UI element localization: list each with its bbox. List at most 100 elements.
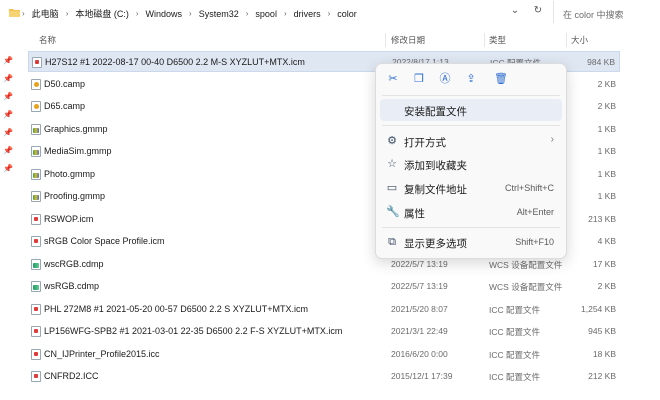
file-date: 2016/6/20 0:00 bbox=[391, 348, 448, 359]
column-divider[interactable] bbox=[385, 33, 386, 47]
breadcrumb-item[interactable]: drivers bbox=[294, 9, 321, 19]
pin-icon[interactable]: 📌 bbox=[3, 164, 13, 174]
breadcrumb: › 此电脑 › 本地磁盘 (C:) › Windows › System32 ›… bbox=[22, 7, 357, 20]
menu-item-install-profile[interactable]: 安装配置文件 bbox=[380, 99, 562, 121]
icc-file-icon bbox=[31, 326, 41, 337]
menu-item-properties[interactable]: 🔧 属性 Alt+Enter bbox=[380, 201, 562, 223]
file-size: 984 KB bbox=[587, 57, 615, 67]
file-name: PHL 272M8 #1 2021-05-20 00-57 D6500 2.2 … bbox=[44, 303, 309, 314]
breadcrumb-item[interactable]: 本地磁盘 (C:) bbox=[75, 7, 129, 20]
chevron-down-icon[interactable]: ⌄ bbox=[509, 5, 521, 17]
menu-item-add-favorites[interactable]: ☆ 添加到收藏夹 bbox=[380, 153, 562, 175]
breadcrumb-item[interactable]: spool bbox=[255, 9, 277, 19]
menu-item-more-options[interactable]: ⧉ 显示更多选项 Shift+F10 bbox=[380, 231, 562, 253]
column-divider[interactable] bbox=[484, 33, 485, 47]
menu-item-label: 打开方式 bbox=[404, 137, 446, 149]
pin-icon[interactable]: 📌 bbox=[3, 92, 13, 102]
chevron-right-icon: › bbox=[550, 134, 554, 145]
file-type: ICC 配置文件 bbox=[489, 304, 541, 315]
gmmp-file-icon bbox=[31, 191, 41, 202]
file-date: 2022/5/7 13:19 bbox=[391, 258, 448, 269]
delete-icon[interactable]: 🗑 bbox=[494, 72, 508, 86]
file-row[interactable]: wsRGB.cdmp 2022/5/7 13:19 WCS 设备配置文件 2 K… bbox=[28, 276, 620, 297]
chevron-right-icon: › bbox=[22, 9, 25, 18]
file-row[interactable]: LP156WFG-SPB2 #1 2021-03-01 22-35 D6500 … bbox=[28, 321, 620, 342]
file-size: 945 KB bbox=[588, 326, 616, 336]
icc-file-icon bbox=[31, 348, 41, 360]
cdmp-file-icon bbox=[31, 281, 41, 292]
file-name: RSWOP.icm bbox=[44, 213, 94, 224]
chevron-right-icon: › bbox=[135, 9, 139, 18]
rename-icon[interactable]: Ⓐ bbox=[438, 72, 452, 86]
wrench-icon: 🔧 bbox=[386, 206, 400, 218]
column-header-type[interactable]: 类型 bbox=[489, 34, 506, 46]
chevron-right-icon: › bbox=[283, 9, 287, 18]
menu-item-label: 复制文件地址 bbox=[404, 184, 467, 196]
breadcrumb-item[interactable]: Windows bbox=[146, 9, 183, 19]
folder-icon bbox=[9, 9, 20, 17]
shortcut-label: Alt+Enter bbox=[516, 207, 554, 217]
cut-icon[interactable]: ✂ bbox=[386, 72, 400, 86]
menu-item-label: 属性 bbox=[404, 208, 425, 220]
column-headers: 名称 修改日期 类型 大小 bbox=[0, 32, 660, 48]
file-size: 1 KB bbox=[597, 146, 616, 156]
refresh-icon[interactable]: ↻ bbox=[532, 5, 544, 17]
file-name: D50.camp bbox=[44, 78, 86, 89]
icc-file-icon bbox=[31, 371, 41, 382]
cdmp-file-icon bbox=[31, 258, 41, 270]
gmmp-file-icon bbox=[31, 168, 41, 180]
shortcut-label: Shift+F10 bbox=[515, 237, 554, 247]
file-name: D65.camp bbox=[44, 101, 86, 111]
menu-item-label: 安装配置文件 bbox=[404, 106, 467, 118]
file-size: 1 KB bbox=[597, 123, 616, 134]
menu-item-label: 显示更多选项 bbox=[404, 238, 467, 250]
breadcrumb-item[interactable]: color bbox=[337, 9, 357, 19]
icc-file-icon bbox=[31, 303, 41, 315]
breadcrumb-item[interactable]: 此电脑 bbox=[32, 7, 59, 20]
column-header-date[interactable]: 修改日期 bbox=[391, 34, 425, 46]
file-row[interactable]: CNFRD2.ICC 2015/12/1 17:39 ICC 配置文件 212 … bbox=[28, 366, 620, 387]
file-size: 1 KB bbox=[597, 168, 616, 179]
context-menu: ✂ ❐ Ⓐ ⇪ 🗑 安装配置文件 ⚙ 打开方式 › ☆ 添加到收藏夹 ▭ 复制文… bbox=[375, 63, 567, 259]
file-size: 212 KB bbox=[588, 371, 616, 381]
pin-icon[interactable]: 📌 bbox=[3, 110, 13, 120]
file-type: ICC 配置文件 bbox=[489, 327, 541, 337]
breadcrumb-item[interactable]: System32 bbox=[199, 9, 239, 19]
copy-icon[interactable]: ❐ bbox=[412, 72, 426, 86]
icc-file-icon bbox=[32, 57, 42, 68]
pin-icon[interactable]: 📌 bbox=[3, 128, 13, 138]
file-type: WCS 设备配置文件 bbox=[489, 259, 563, 270]
copy-path-icon: ▭ bbox=[386, 182, 398, 194]
file-name: wsRGB.cdmp bbox=[44, 281, 100, 291]
file-name: LP156WFG-SPB2 #1 2021-03-01 22-35 D6500 … bbox=[44, 326, 343, 336]
menu-divider bbox=[382, 227, 560, 228]
file-date: 2021/5/20 8:07 bbox=[391, 303, 448, 314]
file-size: 2 KB bbox=[597, 78, 616, 89]
search-placeholder: 在 color 中搜索 bbox=[563, 10, 624, 20]
menu-item-open-with[interactable]: ⚙ 打开方式 › bbox=[380, 130, 562, 152]
file-name: Proofing.gmmp bbox=[44, 191, 106, 201]
share-icon[interactable]: ⇪ bbox=[464, 72, 478, 86]
shortcut-label: Ctrl+Shift+C bbox=[504, 183, 554, 193]
gmmp-file-icon bbox=[31, 146, 41, 157]
camp-file-icon bbox=[31, 101, 41, 112]
menu-item-copy-path[interactable]: ▭ 复制文件地址 Ctrl+Shift+C bbox=[380, 177, 562, 199]
column-divider[interactable] bbox=[566, 33, 567, 47]
file-size: 2 KB bbox=[597, 281, 616, 291]
camp-file-icon bbox=[31, 78, 41, 90]
search-input[interactable]: 在 color 中搜索 bbox=[553, 1, 660, 23]
file-date: 2022/5/7 13:19 bbox=[391, 281, 448, 291]
file-name: wscRGB.cdmp bbox=[44, 258, 104, 269]
icc-file-icon bbox=[31, 213, 41, 225]
file-size: 213 KB bbox=[588, 213, 616, 224]
file-row[interactable]: PHL 272M8 #1 2021-05-20 00-57 D6500 2.2 … bbox=[28, 299, 620, 320]
pin-icon[interactable]: 📌 bbox=[3, 56, 13, 66]
pin-icon[interactable]: 📌 bbox=[3, 146, 13, 156]
open-with-icon: ⚙ bbox=[387, 135, 397, 147]
file-row[interactable]: CN_IJPrinter_Profile2015.icc 2016/6/20 0… bbox=[28, 344, 620, 365]
address-bar[interactable]: › 此电脑 › 本地磁盘 (C:) › Windows › System32 ›… bbox=[0, 0, 660, 26]
pin-icon[interactable]: 📌 bbox=[3, 74, 13, 84]
file-name: CNFRD2.ICC bbox=[44, 371, 99, 381]
column-header-name[interactable]: 名称 bbox=[39, 34, 56, 46]
column-header-size[interactable]: 大小 bbox=[571, 34, 588, 46]
